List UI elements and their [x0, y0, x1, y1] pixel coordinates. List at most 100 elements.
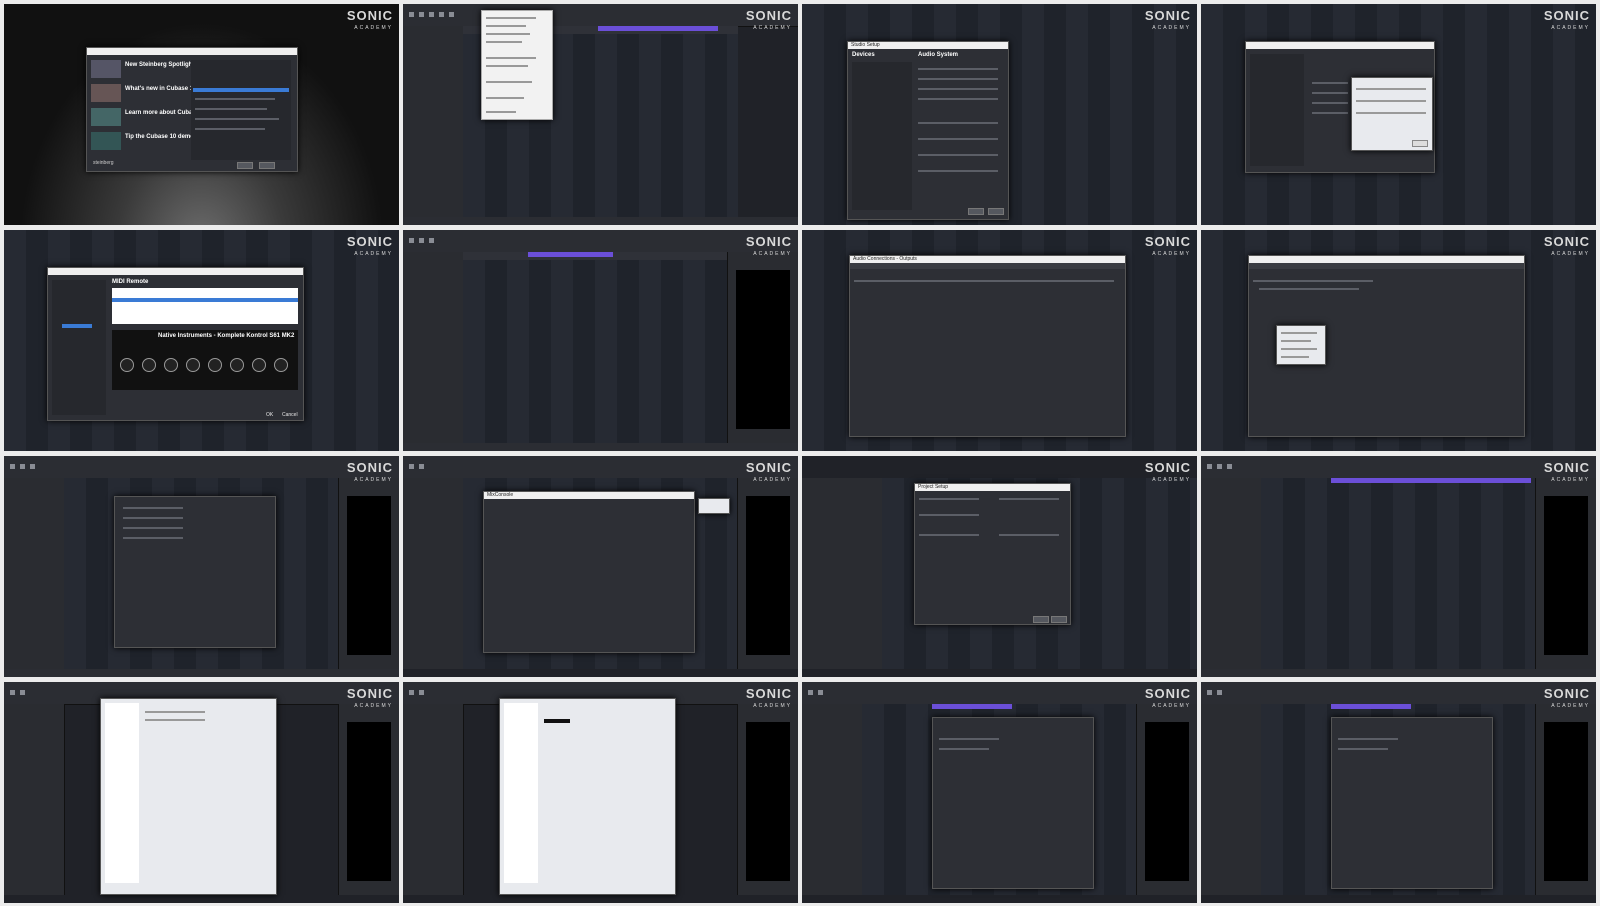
ok-button[interactable] [968, 208, 984, 215]
open-button[interactable] [259, 162, 275, 169]
file-row[interactable] [123, 517, 183, 519]
transport-bar[interactable] [1201, 669, 1596, 677]
inspector[interactable] [403, 252, 464, 443]
driver-setting[interactable] [1356, 112, 1426, 114]
loop-range[interactable] [1331, 704, 1411, 709]
right-zone[interactable] [727, 252, 798, 443]
inspector[interactable] [802, 704, 863, 895]
loop-range[interactable] [932, 704, 1012, 709]
device-tree[interactable] [852, 62, 912, 210]
knob[interactable] [186, 358, 200, 372]
selected-device[interactable] [62, 324, 92, 328]
bus-row[interactable] [1253, 280, 1373, 282]
driver-control-panel[interactable] [1351, 77, 1433, 151]
port-row[interactable] [1312, 82, 1348, 84]
setup-row[interactable] [999, 534, 1059, 536]
create-button[interactable] [237, 162, 253, 169]
project-setup-dialog[interactable]: Project Setup [914, 483, 1071, 625]
setup-row[interactable] [919, 514, 979, 516]
loop-range[interactable] [1331, 478, 1531, 483]
transport-bar[interactable] [403, 217, 798, 225]
news-thumb-3[interactable] [91, 108, 121, 126]
inspector[interactable] [403, 704, 464, 895]
knob[interactable] [142, 358, 156, 372]
project-row[interactable] [195, 98, 275, 100]
menu-item[interactable] [1281, 340, 1311, 342]
knob[interactable] [230, 358, 244, 372]
popup-menu[interactable] [698, 498, 730, 514]
selected-project[interactable] [193, 88, 289, 92]
transport-bar[interactable] [4, 669, 399, 677]
browser-dialog[interactable] [114, 496, 276, 648]
tree-panel[interactable] [105, 703, 139, 883]
knob[interactable] [274, 358, 288, 372]
hub-dialog[interactable]: New Steinberg Spotlight with Henry Saiz!… [86, 47, 298, 172]
knob[interactable] [252, 358, 266, 372]
menu-item[interactable] [486, 17, 536, 19]
transport-bar[interactable] [403, 443, 798, 451]
light-dialog[interactable] [100, 698, 277, 895]
news-thumb-4[interactable] [91, 132, 121, 150]
inspector[interactable] [802, 478, 883, 669]
device-tree[interactable] [1250, 54, 1304, 166]
setting-row[interactable] [918, 78, 998, 80]
remote-table[interactable] [112, 288, 298, 324]
selected-remote[interactable] [112, 298, 298, 302]
ok-button[interactable]: OK [266, 412, 273, 418]
list-row[interactable] [939, 738, 999, 740]
project-row[interactable] [195, 128, 265, 130]
menu-item[interactable] [1281, 356, 1309, 358]
device-tree[interactable] [52, 280, 106, 415]
menu-item[interactable] [1281, 348, 1317, 350]
studio-setup-dialog[interactable]: Studio Setup Devices Audio System [847, 41, 1009, 220]
menu-item[interactable] [486, 25, 526, 27]
project-list[interactable] [191, 60, 291, 160]
right-zone[interactable] [1535, 704, 1596, 895]
project-row[interactable] [195, 118, 279, 120]
tab-strip[interactable] [850, 263, 1125, 269]
toolbar[interactable] [1201, 456, 1596, 479]
inspector[interactable] [403, 478, 464, 669]
list-dialog[interactable] [932, 717, 1094, 889]
setting-row[interactable] [918, 154, 998, 156]
menu-item[interactable] [486, 111, 516, 113]
news-title-3[interactable]: Learn more about Cubase [125, 110, 199, 116]
loop-range[interactable] [528, 252, 613, 257]
right-zone[interactable] [737, 704, 798, 895]
ok-button[interactable] [1033, 616, 1049, 623]
cancel-button[interactable]: Cancel [282, 412, 298, 418]
cancel-button[interactable] [1051, 616, 1067, 623]
audio-connections-dialog[interactable]: Audio Connections - Outputs [849, 255, 1126, 437]
studio-setup-dialog[interactable]: MIDI Remote Native Instruments - Komplet… [47, 267, 304, 421]
news-title-2[interactable]: What's new in Cubase 10 [125, 86, 196, 92]
ok-button[interactable] [1412, 140, 1428, 147]
news-thumb-2[interactable] [91, 84, 121, 102]
news-thumb-1[interactable] [91, 60, 121, 78]
knob[interactable] [208, 358, 222, 372]
right-zone[interactable] [1136, 704, 1197, 895]
list-row[interactable] [145, 719, 205, 721]
setting-row[interactable] [918, 98, 998, 100]
list-row[interactable] [1338, 748, 1388, 750]
tree-panel[interactable] [504, 703, 538, 883]
setup-row[interactable] [919, 498, 979, 500]
bus-row[interactable] [854, 280, 1114, 282]
setting-row[interactable] [918, 138, 998, 140]
setup-row[interactable] [919, 534, 979, 536]
toolbar[interactable] [403, 4, 798, 27]
loop-range[interactable] [598, 26, 718, 31]
toolbar[interactable] [403, 456, 798, 479]
selected-row[interactable] [544, 719, 570, 723]
toolbar[interactable] [802, 682, 1197, 705]
list-row[interactable] [939, 748, 989, 750]
light-dialog[interactable] [499, 698, 676, 895]
list-row[interactable] [1338, 738, 1398, 740]
menu-item[interactable] [486, 97, 524, 99]
right-zone[interactable] [338, 704, 399, 895]
tab-strip[interactable] [1249, 263, 1524, 269]
file-row[interactable] [123, 527, 183, 529]
port-row[interactable] [1312, 102, 1348, 104]
studio-menu[interactable] [481, 10, 553, 120]
project-area[interactable] [1261, 478, 1536, 669]
mixconsole-window[interactable]: MixConsole [483, 491, 695, 653]
